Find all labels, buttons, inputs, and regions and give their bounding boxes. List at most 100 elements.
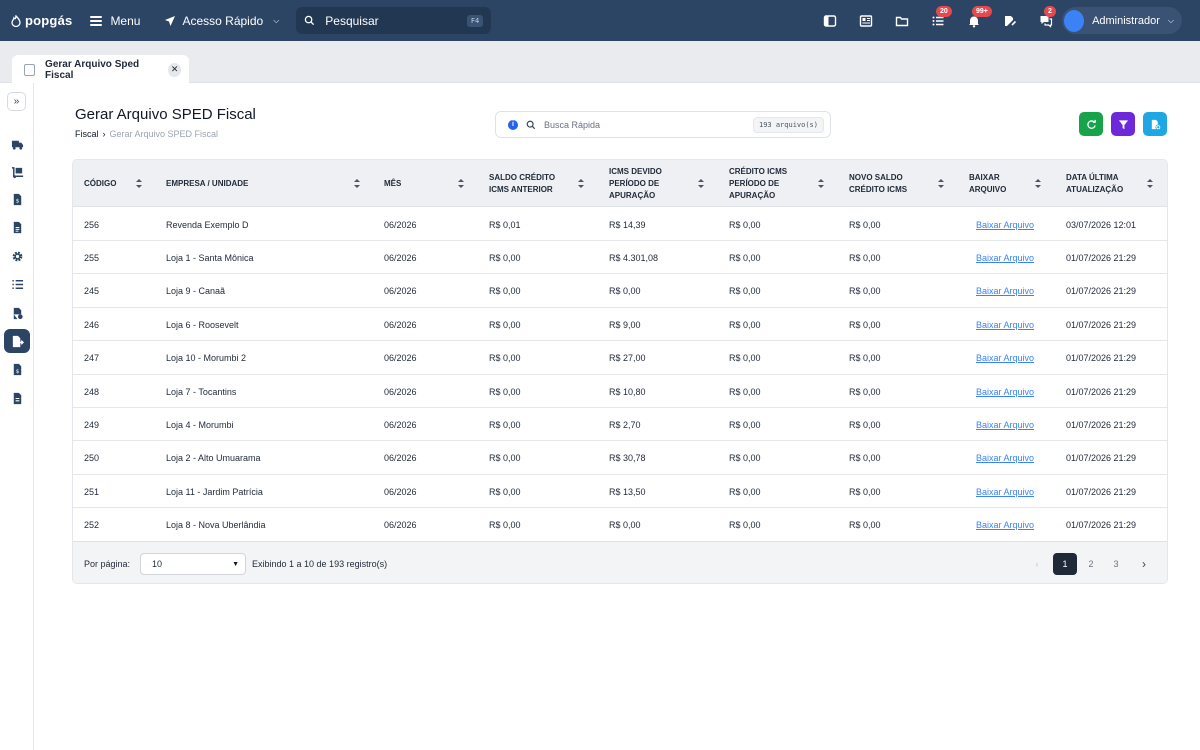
cell-mes: 06/2026 xyxy=(384,520,417,531)
sidebar-item-reports[interactable] xyxy=(4,215,30,239)
column-header-icms-devido[interactable]: ICMS DEVIDO PERÍODO DE APURAÇÃO xyxy=(609,160,704,207)
news-button[interactable] xyxy=(848,0,884,41)
sort-icon[interactable] xyxy=(818,179,824,188)
cell-empresa: Revenda Exemplo D xyxy=(166,219,249,230)
sort-icon[interactable] xyxy=(938,179,944,188)
download-file-link[interactable]: Baixar Arquivo xyxy=(976,475,1034,508)
quick-search-input[interactable]: Busca Rápida xyxy=(544,120,745,130)
sort-icon[interactable] xyxy=(136,179,142,188)
sort-icon[interactable] xyxy=(578,179,584,188)
header-line: ICMS ANTERIOR xyxy=(489,184,553,194)
sort-icon[interactable] xyxy=(1035,179,1041,188)
sort-icon[interactable] xyxy=(1147,179,1153,188)
header-line: EMPRESA / UNIDADE xyxy=(166,178,249,188)
cell-novo-saldo: R$ 0,00 xyxy=(849,453,881,464)
next-page-button[interactable]: › xyxy=(1132,553,1156,575)
refresh-button[interactable] xyxy=(1079,112,1103,136)
info-icon[interactable]: i xyxy=(508,119,518,130)
logo[interactable]: popgás xyxy=(10,13,72,28)
tasks-button[interactable]: 20 xyxy=(920,0,956,41)
sidebar-item-fiscal[interactable] xyxy=(4,329,30,353)
cell-novo-saldo: R$ 0,00 xyxy=(849,252,881,263)
column-header-empresa[interactable]: EMPRESA / UNIDADE xyxy=(166,160,360,207)
cell-data-atualizacao: 01/07/2026 21:29 xyxy=(1066,386,1137,397)
cell-icms-devido: R$ 14,39 xyxy=(609,219,646,230)
user-menu[interactable]: Administrador ⌵ xyxy=(1062,7,1182,34)
page-2-button[interactable]: 2 xyxy=(1079,553,1103,575)
cell-saldo-credito-anterior: R$ 0,00 xyxy=(489,419,521,430)
sort-icon[interactable] xyxy=(458,179,464,188)
global-search-label: Pesquisar xyxy=(325,13,379,28)
quick-search[interactable]: i Busca Rápida 193 arquivo(s) xyxy=(495,111,831,138)
per-page-select[interactable]: 10 ▼ xyxy=(140,553,246,575)
sidebar-item-lists[interactable] xyxy=(4,272,30,296)
expand-sidebar-button[interactable]: » xyxy=(7,92,26,111)
filter-button[interactable] xyxy=(1111,112,1135,136)
sidebar-item-billing[interactable]: $ xyxy=(4,357,30,381)
notifications-button[interactable]: 99+ xyxy=(956,0,992,41)
breadcrumb: Fiscal › Gerar Arquivo SPED Fiscal xyxy=(75,129,218,139)
column-header-mes[interactable]: MÊS xyxy=(384,160,464,207)
sidebar-item-archive[interactable] xyxy=(4,386,30,410)
download-file-link[interactable]: Baixar Arquivo xyxy=(976,408,1034,441)
tab-gerar-arquivo-sped[interactable]: Gerar Arquivo Sped Fiscal ✕ xyxy=(12,55,189,84)
folder-button[interactable] xyxy=(884,0,920,41)
sort-icon[interactable] xyxy=(698,179,704,188)
menu-button[interactable]: Menu xyxy=(90,14,140,28)
cell-codigo: 248 xyxy=(84,386,100,397)
prev-page-button[interactable]: ‹ xyxy=(1025,553,1049,575)
cell-icms-devido: R$ 4.301,08 xyxy=(609,252,659,263)
quick-access-button[interactable]: Acesso Rápido ⌵ xyxy=(164,14,279,28)
page-3-button[interactable]: 3 xyxy=(1104,553,1128,575)
sidebar-item-finance[interactable]: $ xyxy=(4,187,30,211)
cell-novo-saldo: R$ 0,00 xyxy=(849,386,881,397)
cell-icms-devido: R$ 0,00 xyxy=(609,520,641,531)
close-icon[interactable]: ✕ xyxy=(168,62,182,77)
file-add-icon xyxy=(1151,119,1161,130)
cell-credito-icms: R$ 0,00 xyxy=(729,486,761,497)
column-header-novo-saldo[interactable]: NOVO SALDO CRÉDITO ICMS xyxy=(849,160,944,207)
download-file-link[interactable]: Baixar Arquivo xyxy=(976,308,1034,341)
column-header-credito-icms[interactable]: CRÉDITO ICMS PERÍODO DE APURAÇÃO xyxy=(729,160,824,207)
file-dollar-icon: $ xyxy=(13,363,21,375)
sidebar-panel-button[interactable] xyxy=(812,0,848,41)
header-line: ATUALIZAÇÃO xyxy=(1066,184,1124,194)
svg-text:$: $ xyxy=(15,368,19,374)
download-file-link[interactable]: Baixar Arquivo xyxy=(976,241,1034,274)
column-header-saldo-credito-anterior[interactable]: SALDO CRÉDITO ICMS ANTERIOR xyxy=(489,160,584,207)
cell-data-atualizacao: 01/07/2026 21:29 xyxy=(1066,353,1137,364)
global-search[interactable]: Pesquisar F4 xyxy=(296,7,492,34)
download-file-link[interactable]: Baixar Arquivo xyxy=(976,342,1034,375)
header-line: APURAÇÃO xyxy=(729,190,776,200)
column-header-baixar-arquivo[interactable]: BAIXAR ARQUIVO xyxy=(969,160,1041,207)
sidebar-item-documents[interactable] xyxy=(4,301,30,325)
download-file-link[interactable]: Baixar Arquivo xyxy=(976,509,1034,542)
cell-codigo: 247 xyxy=(84,353,100,364)
download-file-link[interactable]: Baixar Arquivo xyxy=(976,275,1034,308)
page-1-button[interactable]: 1 xyxy=(1053,553,1077,575)
column-header-label: MÊS xyxy=(384,178,401,190)
chat-button[interactable]: 2 xyxy=(1028,0,1064,41)
tasks-badge: 20 xyxy=(936,6,952,17)
column-header-data-atualizacao[interactable]: DATA ÚLTIMA ATUALIZAÇÃO xyxy=(1066,160,1153,207)
cell-empresa: Loja 8 - Nova Uberlândia xyxy=(166,520,266,531)
generate-file-button[interactable] xyxy=(1143,112,1167,136)
sidebar-item-settings[interactable] xyxy=(4,244,30,268)
sort-icon[interactable] xyxy=(354,179,360,188)
signature-button[interactable] xyxy=(992,0,1028,41)
cell-saldo-credito-anterior: R$ 0,00 xyxy=(489,252,521,263)
download-file-link[interactable]: Baixar Arquivo xyxy=(976,442,1034,475)
column-header-codigo[interactable]: CÓDIGO xyxy=(84,160,142,207)
table-row: 245 Loja 9 - Canaã 06/2026 R$ 0,00 R$ 0,00 R$… xyxy=(73,275,1167,308)
download-file-link[interactable]: Baixar Arquivo xyxy=(976,375,1034,408)
cell-empresa: Loja 10 - Morumbi 2 xyxy=(166,353,247,364)
download-file-link[interactable]: Baixar Arquivo xyxy=(976,208,1034,241)
list-icon xyxy=(11,279,23,289)
column-header-label: CRÉDITO ICMS PERÍODO DE APURAÇÃO xyxy=(729,166,787,202)
sidebar-item-logistics[interactable] xyxy=(4,160,30,184)
breadcrumb-parent[interactable]: Fiscal xyxy=(75,129,99,139)
header-line: APURAÇÃO xyxy=(609,190,656,200)
cell-saldo-credito-anterior: R$ 0,00 xyxy=(489,286,521,297)
sidebar-item-delivery[interactable] xyxy=(4,132,30,156)
page-title: Gerar Arquivo SPED Fiscal xyxy=(75,106,256,123)
